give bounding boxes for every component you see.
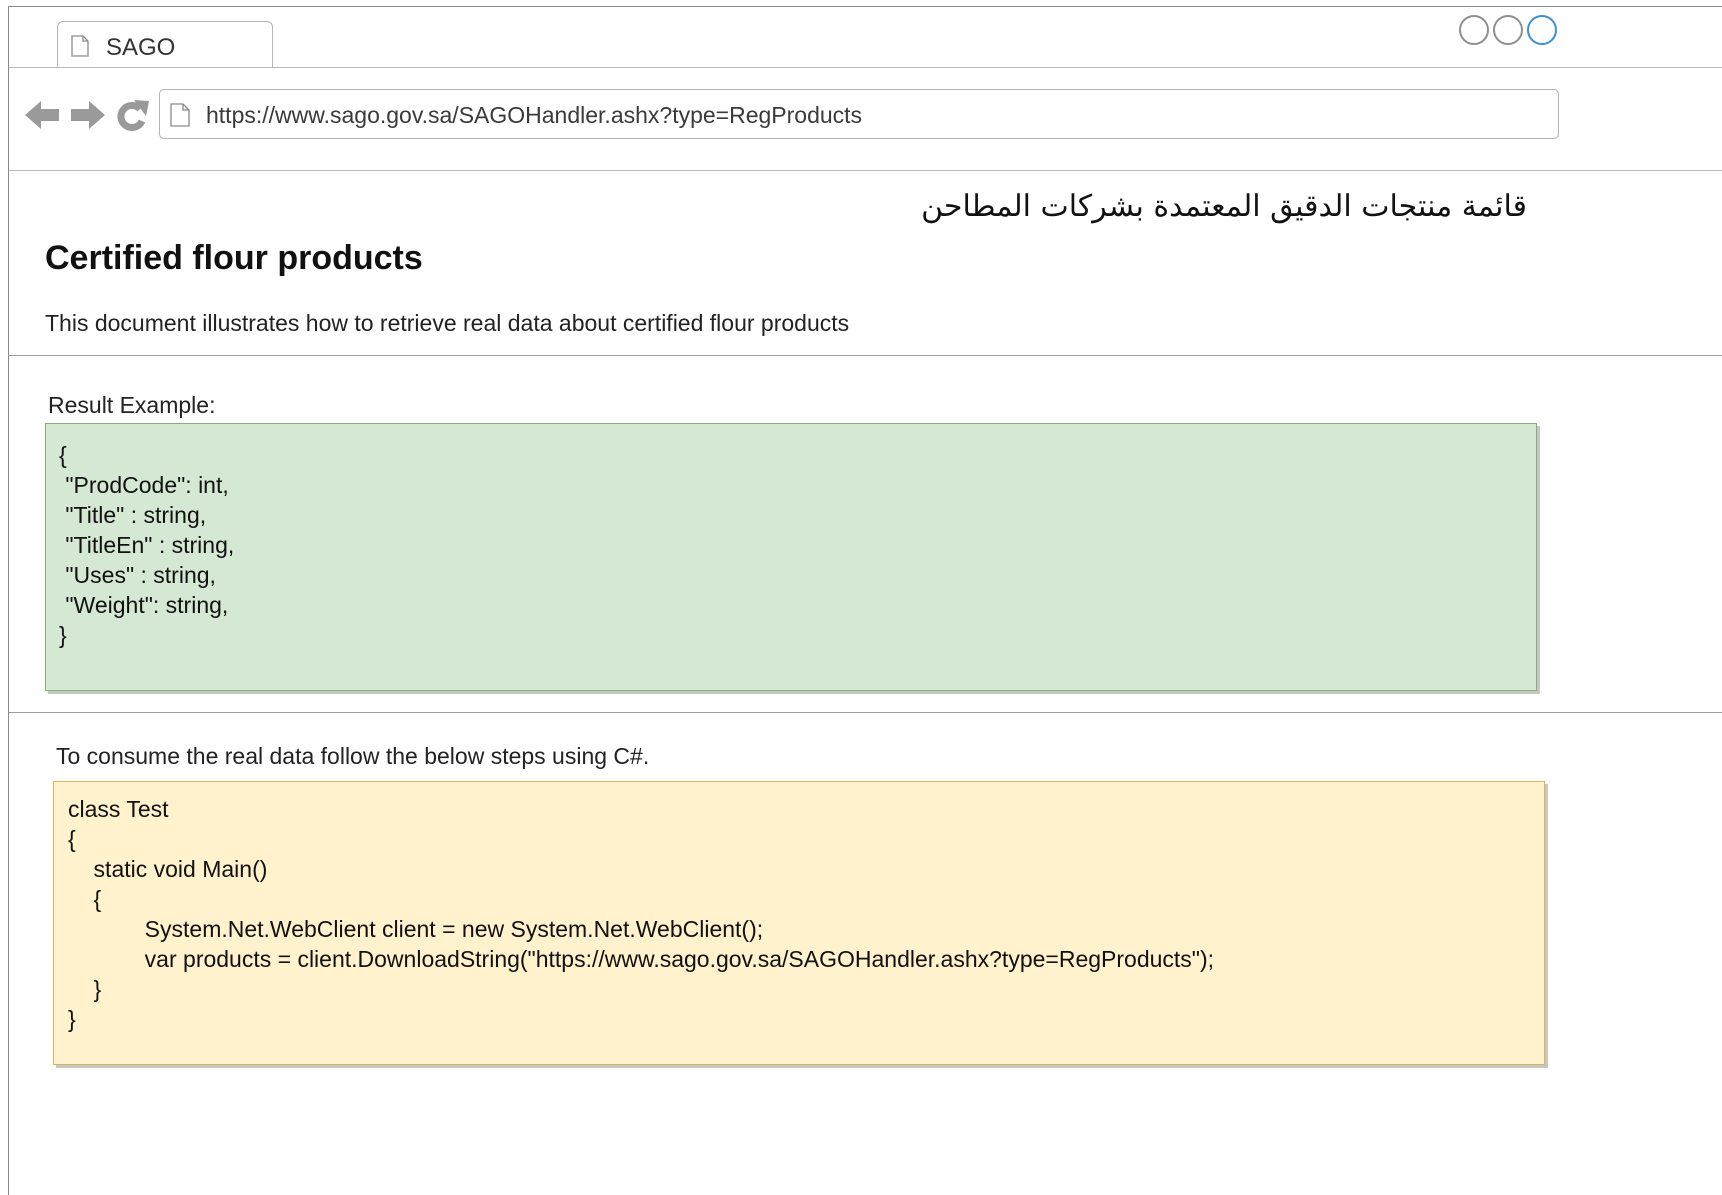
page-description: This document illustrates how to retriev… <box>45 310 850 336</box>
reload-icon[interactable] <box>113 97 151 135</box>
url-text[interactable]: https://www.sago.gov.sa/SAGOHandler.ashx… <box>206 102 862 129</box>
section-divider <box>9 355 1722 356</box>
consume-instructions-label: To consume the real data follow the belo… <box>56 743 650 769</box>
page-icon <box>71 35 89 57</box>
browser-tab[interactable]: SAGO <box>57 21 273 68</box>
page-icon <box>170 103 190 127</box>
result-example-box: { "ProdCode": int, "Title" : string, "Ti… <box>45 423 1537 691</box>
arabic-page-title: قائمة منتجات الدقيق المعتمدة بشركات المط… <box>921 189 1527 224</box>
window-control-icon[interactable] <box>1527 15 1557 45</box>
result-example-code: { "ProdCode": int, "Title" : string, "Ti… <box>59 442 235 648</box>
tab-title: SAGO <box>106 34 176 61</box>
csharp-code-box: class Test { static void Main() { System… <box>53 781 1545 1065</box>
result-example-label: Result Example: <box>48 392 216 418</box>
csharp-code-sample: class Test { static void Main() { System… <box>68 796 1215 1032</box>
section-divider <box>9 712 1722 713</box>
window-control-icon[interactable] <box>1459 15 1489 45</box>
page-title: Certified flour products <box>45 239 423 277</box>
window-control-icon[interactable] <box>1493 15 1523 45</box>
forward-arrow-icon[interactable] <box>69 97 107 133</box>
tab-strip-divider <box>9 67 1722 68</box>
toolbar-divider <box>9 170 1722 171</box>
browser-window: SAGO https://www.sago.gov.sa/SAGOHandler… <box>8 6 1722 1195</box>
back-arrow-icon[interactable] <box>23 97 61 133</box>
address-bar[interactable]: https://www.sago.gov.sa/SAGOHandler.ashx… <box>159 89 1559 139</box>
